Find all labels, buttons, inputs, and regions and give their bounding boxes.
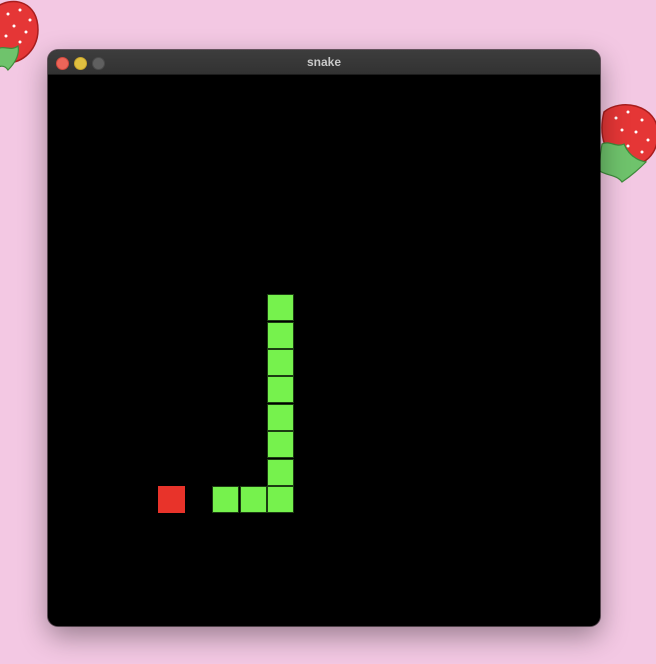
snake-segment [267,458,295,486]
snake-segment [267,486,295,513]
snake-segment [267,321,295,349]
snake-window[interactable]: snake [48,50,600,626]
game-canvas[interactable] [48,75,600,626]
strawberry-sticker-right [598,104,656,183]
snake-segment [267,403,295,431]
snake-segment [239,486,267,513]
food-pellet [157,486,185,513]
window-title: snake [306,55,342,69]
snake-segment [212,486,240,513]
desktop: snake [0,0,656,664]
snake-segment [267,349,295,376]
snake-segment [267,376,295,404]
strawberry-sticker-top-left [0,0,39,71]
snake-head [267,294,295,322]
snake-segment [267,431,295,459]
title-bar[interactable]: snake [48,50,600,75]
